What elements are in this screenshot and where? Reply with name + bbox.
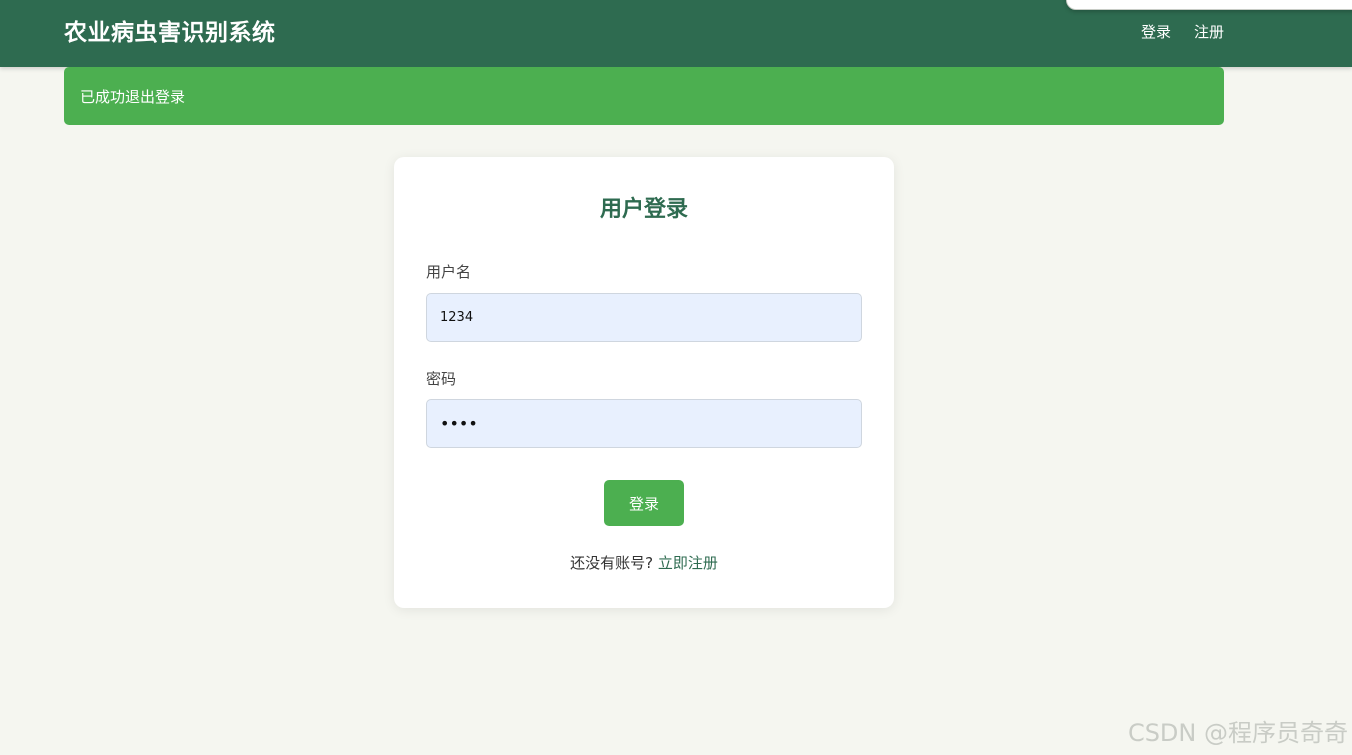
username-label: 用户名 [426,263,472,281]
site-title[interactable]: 农业病虫害识别系统 [64,17,276,49]
password-label: 密码 [426,370,457,388]
logout-success-alert: 已成功退出登录 [64,67,1224,125]
overlay-popup-edge [1066,0,1352,10]
username-input[interactable] [426,293,862,342]
nav-links: 登录 注册 [1141,21,1224,43]
password-input[interactable] [426,399,862,448]
register-prompt: 还没有账号? 立即注册 [394,553,894,573]
nav-register-link[interactable]: 注册 [1194,21,1224,43]
register-now-link[interactable]: 立即注册 [658,554,718,572]
no-account-text: 还没有账号? [570,554,654,572]
nav-login-link[interactable]: 登录 [1141,21,1171,43]
alert-message: 已成功退出登录 [80,87,186,106]
top-navbar: 农业病虫害识别系统 登录 注册 [0,0,1352,67]
csdn-watermark: CSDN @程序员奇奇 [1127,719,1348,747]
login-card: 用户登录 用户名 密码 登录 还没有账号? 立即注册 [394,157,894,608]
login-submit-button[interactable]: 登录 [604,480,684,526]
login-title: 用户登录 [599,197,688,222]
